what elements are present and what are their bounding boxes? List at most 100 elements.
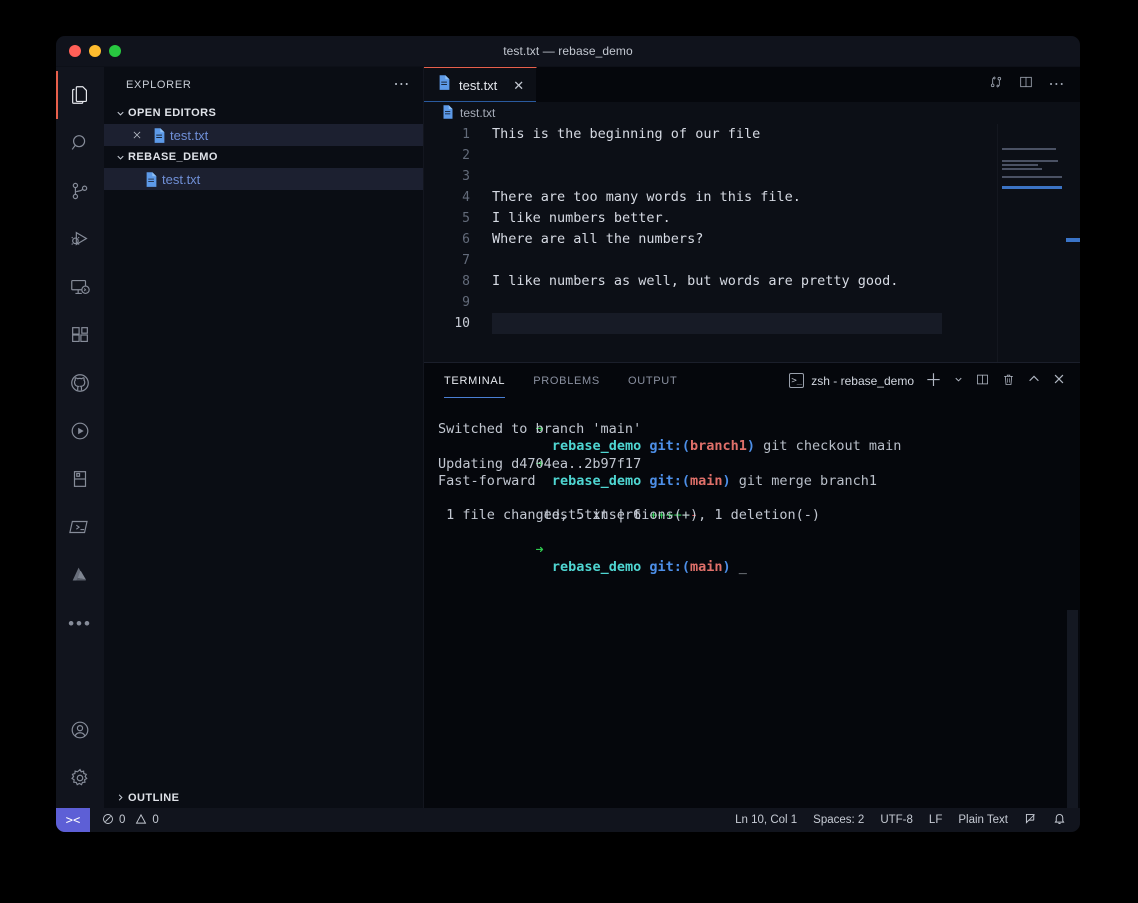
warning-count: 0 — [152, 814, 159, 826]
line-text: I like numbers as well, but words are pr… — [492, 273, 899, 289]
section-outline[interactable]: OUTLINE — [104, 786, 423, 808]
title-bar: test.txt — rebase_demo — [56, 36, 1080, 67]
debug-icon — [69, 228, 91, 250]
line-number: 1 — [462, 127, 470, 142]
sidebar-more-icon[interactable]: ⋯ — [393, 76, 411, 93]
line-number: 5 — [462, 211, 470, 226]
prompt-command: git merge branch1 — [730, 472, 877, 489]
terminal-dropdown-icon[interactable] — [953, 374, 964, 388]
tab-label: test.txt — [459, 77, 498, 93]
activity-item-settings[interactable] — [56, 754, 104, 802]
code-line: 2 — [424, 145, 1080, 166]
activity-item-azure[interactable] — [56, 551, 104, 599]
tab-terminal[interactable]: TERMINAL — [444, 363, 519, 398]
activity-item-extensions[interactable] — [56, 311, 104, 359]
line-number: 3 — [462, 169, 470, 184]
terminal-output[interactable]: ➜ rebase_demo git:(branch1) git checkout… — [424, 398, 1080, 808]
close-icon[interactable] — [126, 130, 148, 140]
open-editor-label: test.txt — [170, 127, 209, 143]
open-editor-item-test-txt[interactable]: test.txt — [104, 124, 423, 146]
status-language-mode[interactable]: Plain Text — [958, 814, 1008, 826]
files-icon — [69, 84, 91, 106]
status-eol[interactable]: LF — [929, 814, 942, 826]
file-tree-item-test-txt[interactable]: test.txt — [104, 168, 423, 190]
close-panel-icon[interactable] — [1052, 372, 1066, 389]
activity-item-explorer[interactable] — [56, 71, 104, 119]
activity-item-terminal-ext[interactable] — [56, 503, 104, 551]
prompt-dir: rebase_demo — [551, 438, 642, 455]
file-icon — [438, 75, 451, 95]
minimap-selection — [1002, 186, 1062, 189]
line-number: 7 — [462, 253, 470, 268]
status-encoding[interactable]: UTF-8 — [880, 814, 913, 826]
overview-ruler[interactable] — [1066, 124, 1080, 362]
bell-icon[interactable] — [1053, 812, 1066, 828]
terminal-scrollbar[interactable] — [1067, 610, 1078, 808]
activity-item-notebook[interactable] — [56, 455, 104, 503]
new-terminal-icon[interactable]: ＋ — [925, 372, 942, 389]
tab-problems[interactable]: PROBLEMS — [519, 363, 614, 398]
github-icon — [69, 372, 91, 394]
sidebar-explorer: EXPLORER ⋯ OPEN EDITORS test.txt REBASE_… — [104, 67, 424, 808]
line-number: 2 — [462, 148, 470, 163]
search-icon — [69, 132, 91, 154]
minimap[interactable] — [998, 124, 1066, 362]
current-line-highlight — [492, 313, 942, 334]
error-count: 0 — [119, 814, 126, 826]
line-text: Where are all the numbers? — [492, 231, 704, 247]
line-text: I like numbers better. — [492, 210, 671, 226]
status-cursor-position[interactable]: Ln 10, Col 1 — [735, 814, 797, 826]
status-problems[interactable]: 0 0 — [102, 813, 159, 828]
prompt-command: git checkout main — [755, 438, 902, 455]
code-line: 6 Where are all the numbers? — [424, 229, 1080, 250]
remote-monitor-icon — [69, 276, 91, 298]
workbench: ••• EXPLORER ⋯ OPEN EDITORS test.txt REB… — [56, 67, 1080, 808]
code-line: 4 There are too many words in this file. — [424, 187, 1080, 208]
activity-item-search[interactable] — [56, 119, 104, 167]
activity-bar-more-icon[interactable]: ••• — [56, 599, 104, 647]
remote-indicator[interactable]: >< — [56, 808, 90, 832]
panel-actions: >_ zsh - rebase_demo ＋ — [789, 372, 1080, 390]
more-actions-icon[interactable]: ⋯ — [1048, 76, 1066, 93]
extensions-icon — [69, 324, 91, 346]
chevron-down-icon — [112, 108, 128, 119]
maximize-panel-icon[interactable] — [1027, 372, 1041, 389]
terminal-line: Updating d4704ea..2b97f17 — [438, 455, 642, 472]
terminal-selector[interactable]: >_ zsh - rebase_demo — [789, 373, 914, 388]
activity-item-remote-explorer[interactable] — [56, 263, 104, 311]
split-compare-icon[interactable] — [988, 74, 1004, 95]
tab-output[interactable]: OUTPUT — [614, 363, 691, 398]
tab-test-txt[interactable]: test.txt ✕ — [424, 67, 538, 102]
vscode-window: test.txt — rebase_demo ••• EXPLORER ⋯ OP… — [56, 36, 1080, 832]
editor-tab-bar: test.txt ✕ ⋯ — [424, 67, 1080, 102]
activity-item-run-and-debug[interactable] — [56, 215, 104, 263]
close-icon[interactable]: ✕ — [513, 79, 524, 92]
feedback-icon[interactable] — [1024, 812, 1037, 828]
section-open-editors[interactable]: OPEN EDITORS — [104, 102, 423, 124]
status-indentation[interactable]: Spaces: 2 — [813, 814, 864, 826]
activity-item-github[interactable] — [56, 359, 104, 407]
terminal-line-diffstat: test.txt | 6 +++++- — [438, 490, 1080, 523]
breadcrumb[interactable]: test.txt — [424, 102, 1080, 124]
file-icon — [148, 127, 170, 143]
activity-item-run[interactable] — [56, 407, 104, 455]
chevron-right-icon — [112, 792, 128, 803]
sidebar-empty-area — [104, 190, 423, 786]
editor-group: test.txt ✕ ⋯ test.txt 1 This is the begi… — [424, 67, 1080, 808]
file-tree-label: test.txt — [162, 171, 201, 187]
code-line: 7 — [424, 250, 1080, 271]
line-text: This is the beginning of our file — [492, 126, 761, 142]
split-terminal-icon[interactable] — [975, 372, 990, 390]
line-number: 6 — [462, 232, 470, 247]
prompt-arrow: ➜ — [535, 541, 544, 558]
activity-bar: ••• — [56, 67, 104, 808]
activity-item-accounts[interactable] — [56, 706, 104, 754]
text-editor[interactable]: 1 This is the beginning of our file 2 3 … — [424, 124, 1080, 362]
warning-icon — [135, 813, 147, 828]
activity-item-source-control[interactable] — [56, 167, 104, 215]
kill-terminal-icon[interactable] — [1001, 372, 1016, 390]
section-rebase-demo[interactable]: REBASE_DEMO — [104, 146, 423, 168]
minimap-line — [1002, 168, 1042, 170]
split-editor-icon[interactable] — [1018, 74, 1034, 95]
sidebar-title: EXPLORER — [126, 78, 192, 91]
